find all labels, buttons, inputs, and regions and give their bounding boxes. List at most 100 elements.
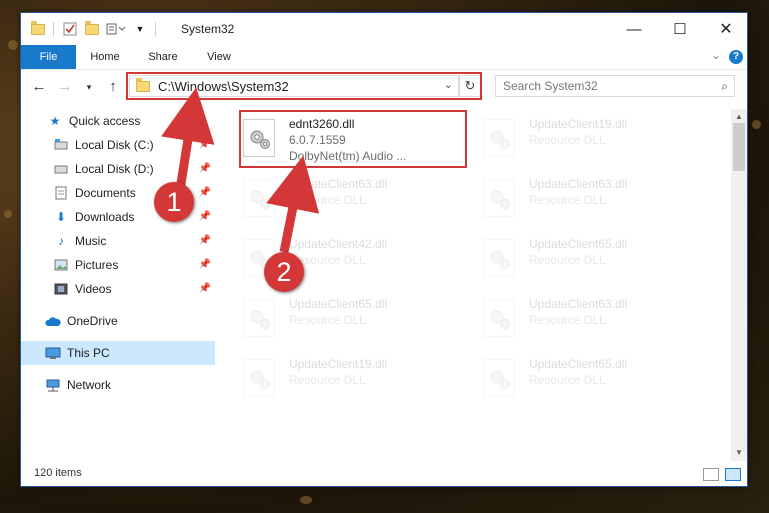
file-tile[interactable]: UpdateClient63.dll Resource DLL	[473, 173, 703, 223]
sidebar-item-local-disk-c[interactable]: Local Disk (C:) 📌	[21, 133, 215, 157]
dll-file-icon	[483, 359, 515, 397]
chevron-down-icon[interactable]: ⌄	[444, 78, 453, 91]
sidebar-item-label: Pictures	[75, 258, 119, 272]
back-button[interactable]: ←	[29, 78, 49, 96]
tab-file[interactable]: File	[21, 45, 76, 69]
help-icon[interactable]: ?	[729, 50, 743, 64]
file-name: UpdateClient63.dll	[529, 177, 628, 191]
window-title: System32	[181, 22, 235, 36]
file-description: Resource DLL	[529, 253, 606, 267]
sidebar-item-local-disk-d[interactable]: Local Disk (D:) 📌	[21, 157, 215, 181]
file-name: UpdateClient65.dll	[529, 237, 628, 251]
tab-share[interactable]: Share	[141, 45, 185, 69]
dll-file-icon	[243, 119, 275, 157]
pin-icon: 📌	[198, 211, 211, 222]
network-icon	[45, 378, 61, 392]
file-name: UpdateClient42.dll	[289, 237, 388, 251]
up-button[interactable]: ↑	[103, 78, 123, 96]
sidebar-item-videos[interactable]: Videos 📌	[21, 277, 215, 301]
sidebar-item-label: Downloads	[75, 210, 135, 224]
search-placeholder: Search System32	[503, 79, 598, 93]
file-description: Resource DLL	[529, 133, 606, 147]
recent-locations-icon[interactable]: ▾	[79, 78, 99, 96]
cloud-icon	[45, 314, 61, 328]
dll-file-icon	[483, 119, 515, 157]
search-input[interactable]: Search System32 ⌕	[495, 75, 735, 97]
refresh-button[interactable]: ↻	[459, 75, 481, 97]
background-speck	[752, 120, 761, 129]
file-tile[interactable]: UpdateClient63.dll Resource DLL	[233, 173, 463, 223]
dll-file-icon	[483, 179, 515, 217]
sidebar-item-label: Music	[75, 234, 107, 248]
sidebar-item-label: Quick access	[69, 114, 141, 128]
sidebar-item-label: Local Disk (D:)	[75, 162, 154, 176]
file-tile[interactable]: ednt3260.dll 6.0.7.1559 DolbyNet(tm) Aud…	[233, 113, 463, 163]
computer-icon	[45, 346, 61, 360]
file-tile[interactable]: UpdateClient65.dll Resource DLL	[473, 233, 703, 283]
pin-icon: 📌	[198, 283, 211, 294]
download-icon: ⬇	[55, 210, 67, 224]
file-tile[interactable]: UpdateClient19.dll Resource DLL	[473, 113, 703, 163]
item-count: 120 items	[34, 467, 82, 479]
step-marker-2: 2	[264, 252, 304, 292]
vertical-scrollbar[interactable]: ▲ ▼	[731, 109, 747, 461]
sidebar-item-pictures[interactable]: Pictures 📌	[21, 253, 215, 277]
dll-file-icon	[243, 179, 275, 217]
large-icons-view-icon[interactable]	[725, 468, 741, 481]
sidebar-item-this-pc[interactable]: This PC	[21, 341, 215, 365]
file-tile[interactable]: UpdateClient19.dll Resource DLL	[233, 353, 463, 403]
sidebar-item-quick-access[interactable]: ★ Quick access	[21, 109, 215, 133]
background-speck	[300, 496, 312, 504]
expand-ribbon-icon[interactable]: ⌄	[711, 48, 721, 62]
file-description: Resource DLL	[529, 373, 606, 387]
explorer-window: ▼ System32 — ☐ ✕ File Home Share View ⌄ …	[20, 12, 748, 487]
sidebar-item-label: Documents	[75, 186, 136, 200]
close-button[interactable]: ✕	[703, 13, 749, 45]
properties-icon[interactable]	[61, 20, 79, 38]
pin-icon: 📌	[198, 163, 211, 174]
file-tile[interactable]: UpdateClient65.dll Resource DLL	[473, 353, 703, 403]
sidebar-item-label: Network	[67, 378, 112, 392]
file-name: UpdateClient65.dll	[289, 297, 388, 311]
tab-home[interactable]: Home	[83, 45, 127, 69]
file-list: ednt3260.dll 6.0.7.1559 DolbyNet(tm) Aud…	[233, 109, 733, 459]
scroll-down-icon[interactable]: ▼	[731, 445, 747, 461]
sidebar-item-music[interactable]: ♪ Music 📌	[21, 229, 215, 253]
new-folder-icon[interactable]	[83, 20, 101, 38]
file-description: DolbyNet(tm) Audio ...	[289, 149, 407, 163]
pin-icon: 📌	[198, 187, 211, 198]
file-description: Resource DLL	[529, 193, 606, 207]
address-path[interactable]: C:\Windows\System32	[158, 79, 289, 94]
file-tile[interactable]: UpdateClient65.dll Resource DLL	[233, 293, 463, 343]
dll-file-icon	[243, 359, 275, 397]
file-name: UpdateClient63.dll	[289, 177, 388, 191]
maximize-button[interactable]: ☐	[657, 13, 703, 45]
sidebar-item-network[interactable]: Network	[21, 373, 215, 397]
forward-button[interactable]: →	[55, 78, 75, 96]
minimize-button[interactable]: —	[611, 13, 657, 45]
scrollbar-thumb[interactable]	[733, 123, 745, 171]
drive-icon	[53, 162, 69, 176]
drive-icon	[53, 138, 69, 152]
step-marker-1: 1	[154, 182, 194, 222]
title-bar: ▼ System32 — ☐ ✕	[21, 13, 747, 45]
address-bar[interactable]: C:\Windows\System32 ⌄	[129, 75, 459, 97]
sidebar-item-label: This PC	[67, 346, 110, 360]
file-name: UpdateClient63.dll	[529, 297, 628, 311]
file-name: UpdateClient65.dll	[529, 357, 628, 371]
search-icon[interactable]: ⌕	[721, 79, 728, 94]
navigation-pane: ★ Quick access Local Disk (C:) 📌 Local D…	[21, 109, 215, 459]
chevron-down-icon[interactable]: ▼	[133, 20, 147, 38]
sidebar-item-onedrive[interactable]: OneDrive	[21, 309, 215, 333]
customize-toolbar-icon[interactable]	[105, 20, 127, 38]
file-tile[interactable]: UpdateClient63.dll Resource DLL	[473, 293, 703, 343]
folder-icon	[136, 78, 150, 92]
details-view-icon[interactable]	[703, 468, 719, 481]
pin-icon: 📌	[198, 259, 211, 270]
file-description: Resource DLL	[289, 193, 366, 207]
sidebar-item-label: Local Disk (C:)	[75, 138, 154, 152]
tab-view[interactable]: View	[197, 45, 241, 69]
sidebar-item-label: OneDrive	[67, 314, 118, 328]
folder-icon	[29, 20, 47, 38]
pin-icon: 📌	[198, 139, 211, 150]
